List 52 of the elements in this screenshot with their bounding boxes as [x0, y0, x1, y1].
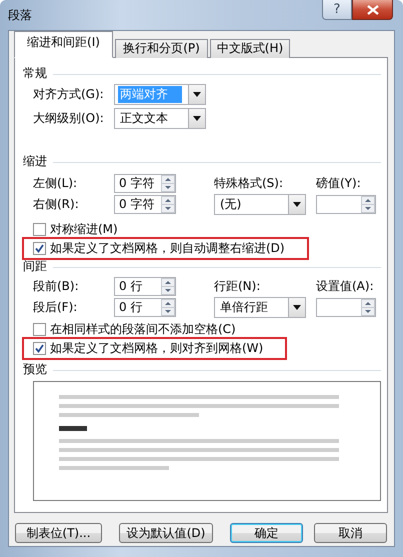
field-label: 大纲级别(O): — [33, 110, 105, 126]
caret-icon — [293, 202, 301, 207]
dialog-button[interactable]: 设为默认值(D) — [119, 523, 213, 543]
spin-arrows-icon — [161, 175, 175, 192]
caret-icon — [193, 92, 201, 96]
spin-arrows-icon — [161, 299, 175, 316]
section-heading: 常规 — [23, 64, 47, 82]
checkbox[interactable] — [33, 223, 46, 236]
tab[interactable]: 换行和分页(P) — [115, 39, 208, 58]
field-label: 段后(F): — [33, 299, 78, 316]
checkbox-label[interactable]: 如果定义了文档网格，则对齐到网格(W) — [50, 340, 264, 357]
spin-arrows-icon — [361, 299, 375, 316]
spin-arrows-icon — [161, 278, 175, 295]
field-label: 右侧(R): — [33, 196, 80, 213]
checkbox[interactable] — [33, 242, 46, 255]
spin-box[interactable]: 0 字符 — [114, 195, 176, 214]
dialog-button[interactable]: 取消 — [314, 523, 387, 543]
close-button[interactable] — [352, 0, 393, 20]
tab[interactable]: 缩进和间距(I) — [14, 31, 113, 58]
window-title: 段落 — [8, 6, 32, 24]
field-label: 设置值(A): — [316, 278, 375, 295]
spin-box[interactable]: 0 行 — [114, 298, 176, 317]
dialog-button[interactable]: 确定 — [230, 523, 303, 543]
spin-box[interactable] — [316, 195, 376, 214]
checkbox[interactable] — [33, 342, 46, 355]
spin-arrows-icon — [361, 196, 375, 213]
checkbox-label[interactable]: 如果定义了文档网格，则自动调整右缩进(D) — [50, 240, 285, 257]
caret-icon — [293, 305, 301, 310]
field-label: 段前(B): — [33, 278, 80, 295]
help-button[interactable]: ? — [322, 0, 352, 20]
dialog-button[interactable]: 制表位(T)... — [15, 523, 102, 543]
dropdown[interactable]: (无) — [214, 194, 306, 215]
field-label: 行距(N): — [214, 278, 262, 295]
field-label: 对齐方式(G): — [33, 86, 105, 102]
field-label: 磅值(Y): — [316, 175, 362, 192]
close-icon — [366, 4, 378, 14]
spin-arrows-icon — [161, 196, 175, 213]
checkbox[interactable] — [33, 323, 46, 336]
caret-icon — [193, 116, 201, 120]
section-heading: 间距 — [23, 258, 47, 274]
dropdown[interactable]: 正文文本 — [114, 108, 206, 128]
spin-box[interactable]: 0 行 — [114, 277, 176, 296]
field-label: 左侧(L): — [33, 175, 78, 192]
checkbox-label[interactable]: 在相同样式的段落间不添加空格(C) — [50, 321, 236, 338]
section-heading: 预览 — [23, 360, 47, 378]
spin-box[interactable]: 0 字符 — [114, 174, 176, 193]
tab[interactable]: 中文版式(H) — [210, 39, 290, 58]
dropdown[interactable]: 单倍行距 — [214, 297, 306, 318]
section-heading: 缩进 — [23, 152, 47, 170]
field-label: 特殊格式(S): — [214, 175, 284, 192]
spin-box[interactable] — [316, 298, 376, 317]
checkbox-label[interactable]: 对称缩进(M) — [50, 221, 118, 238]
